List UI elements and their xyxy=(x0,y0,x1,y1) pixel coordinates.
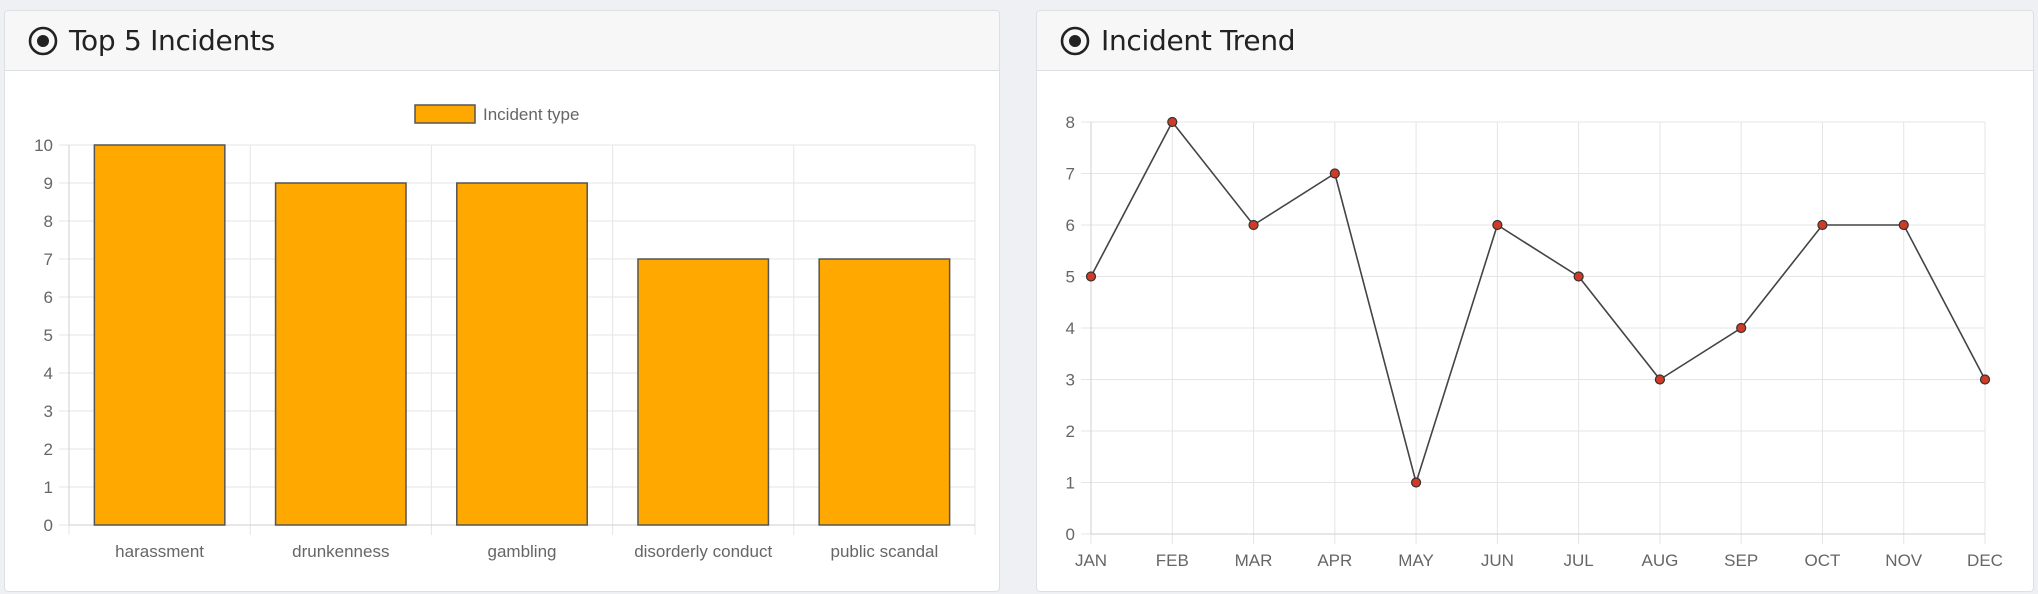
y-tick-label: 8 xyxy=(1066,113,1075,132)
point-oct xyxy=(1817,219,1828,231)
top-incidents-title: Top 5 Incidents xyxy=(69,24,275,57)
top-incidents-bar-chart: 0 1 2 3 4 5 6 7 8 9 10 harassment drunkenness gamblin… xyxy=(34,104,976,561)
x-tick-label: gambling xyxy=(488,542,557,561)
top-incidents-card: Top 5 Incidents 0 1 2 3 4 5 6 7 8 9 10 harassment dr… xyxy=(4,10,1000,592)
y-tick-label: 2 xyxy=(44,440,53,459)
y-tick-label: 3 xyxy=(44,402,53,421)
incident-trend-line-chart: 0 1 2 3 4 5 6 7 8 JAN FEB MAR APR MAY JUN JUL AUG SEP OCT N… xyxy=(1066,113,2003,570)
legend-label: Incident type xyxy=(483,105,579,124)
point-feb xyxy=(1167,116,1178,128)
y-tick-label: 8 xyxy=(44,212,53,231)
trend-line xyxy=(1090,120,1986,486)
point-mar xyxy=(1248,219,1259,231)
top-incidents-header: Top 5 Incidents xyxy=(5,11,999,71)
y-tick-label: 4 xyxy=(1066,319,1075,338)
x-tick-label: SEP xyxy=(1724,551,1758,570)
x-tick-label: JAN xyxy=(1075,551,1107,570)
bar-public-scandal xyxy=(818,258,951,526)
x-tick-label: APR xyxy=(1317,551,1352,570)
point-may xyxy=(1410,477,1422,488)
y-tick-label: 4 xyxy=(44,364,53,383)
bar-drunkenness xyxy=(274,182,407,526)
x-tick-label: JUL xyxy=(1564,551,1594,570)
x-tick-label: disorderly conduct xyxy=(634,542,772,561)
y-tick-label: 3 xyxy=(1066,371,1075,390)
x-tick-label: NOV xyxy=(1885,551,1923,570)
incident-trend-title: Incident Trend xyxy=(1101,24,1296,57)
x-tick-label: MAR xyxy=(1235,551,1273,570)
y-tick-label: 10 xyxy=(34,136,53,155)
y-tick-label: 1 xyxy=(1066,474,1075,493)
y-tick-label: 9 xyxy=(44,174,53,193)
y-tick-label: 7 xyxy=(1066,165,1075,184)
point-jul xyxy=(1573,271,1584,282)
legend-swatch xyxy=(414,104,476,124)
y-tick-label: 6 xyxy=(1066,216,1075,235)
y-tick-label: 5 xyxy=(44,326,53,345)
y-tick-label: 7 xyxy=(44,250,53,269)
point-sep xyxy=(1736,322,1747,334)
incident-trend-card: Incident Trend 0 1 2 3 4 5 6 7 8 JAN FEB MAR APR MAY J… xyxy=(1036,10,2034,592)
point-dec xyxy=(1979,374,1991,385)
y-tick-label: 0 xyxy=(1066,525,1075,544)
x-tick-label: public scandal xyxy=(831,542,939,561)
y-tick-label: 5 xyxy=(1066,268,1075,287)
x-tick-label: OCT xyxy=(1805,551,1841,570)
x-tick-label: DEC xyxy=(1967,551,2003,570)
x-tick-label: JUN xyxy=(1481,551,1514,570)
record-circle-icon xyxy=(28,26,58,55)
bar-harassment xyxy=(93,144,226,526)
x-tick-label: FEB xyxy=(1156,551,1189,570)
y-tick-label: 1 xyxy=(44,478,53,497)
y-tick-label: 0 xyxy=(44,516,53,535)
y-tick-label: 6 xyxy=(44,288,53,307)
point-jun xyxy=(1492,219,1503,231)
record-circle-icon xyxy=(1060,26,1090,55)
y-tick-label: 2 xyxy=(1066,422,1075,441)
x-tick-label: AUG xyxy=(1641,551,1678,570)
bar-gambling xyxy=(456,182,588,526)
point-aug xyxy=(1654,374,1666,385)
point-apr xyxy=(1329,168,1340,179)
incident-trend-header: Incident Trend xyxy=(1037,11,2033,71)
x-tick-label: harassment xyxy=(115,542,204,561)
x-tick-label: drunkenness xyxy=(292,542,389,561)
bar-disorderly-conduct xyxy=(637,258,770,526)
x-tick-label: MAY xyxy=(1398,551,1434,570)
point-jan xyxy=(1085,271,1097,282)
point-nov xyxy=(1898,219,1909,231)
